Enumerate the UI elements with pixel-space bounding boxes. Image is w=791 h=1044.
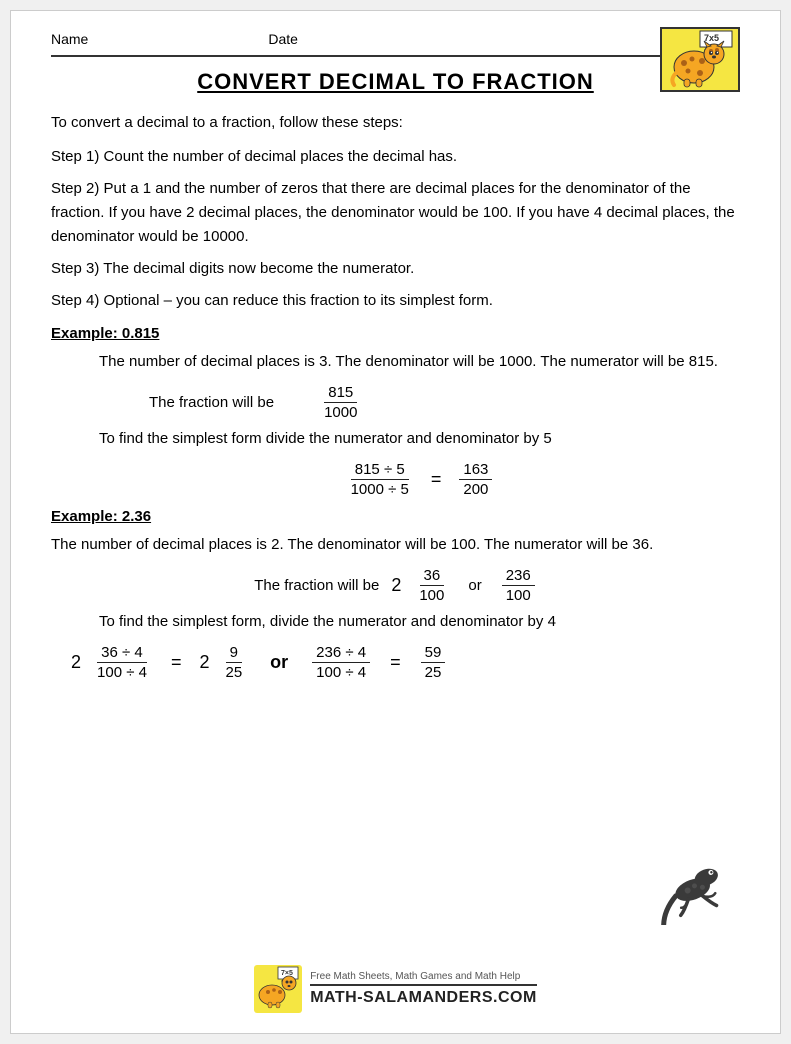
- logo-svg: 7x5 = 35: [662, 29, 738, 90]
- row2-alt-div-frac: 236 ÷ 4 100 ÷ 4: [312, 644, 370, 681]
- example2-fraction-row: The fraction will be 2 36 100 or 236 100: [51, 567, 740, 604]
- example2-text1: The number of decimal places is 2. The d…: [51, 533, 740, 557]
- name-label: Name: [51, 31, 88, 47]
- example2-frac: 36 100: [415, 567, 448, 604]
- lizard-decoration: [646, 845, 736, 925]
- row2-final-frac: 59 25: [421, 644, 446, 681]
- example2-simplest: To find the simplest form, divide the nu…: [99, 610, 740, 634]
- page: Name Date 7x5 = 35: [10, 10, 781, 1034]
- main-fraction: 815 1000: [320, 384, 361, 421]
- example2-simplest-row: 2 36 ÷ 4 100 ÷ 4 = 2 9 25 or 236 ÷ 4 100…: [71, 644, 740, 681]
- example1-heading: Example: 0.815: [51, 325, 740, 342]
- footer-content: 7×5 = 35 Free Math Sheets, Math Games an…: [226, 959, 566, 1013]
- example2-alt-frac: 236 100: [502, 567, 535, 604]
- lizard-svg: [646, 845, 736, 925]
- example2-whole: 2: [391, 575, 401, 596]
- row2-eq: =: [171, 652, 182, 673]
- step-4: Step 4) Optional – you can reduce this f…: [51, 289, 740, 313]
- step-3: Step 3) The decimal digits now become th…: [51, 257, 740, 281]
- example1-body: The number of decimal places is 3. The d…: [99, 350, 740, 498]
- or-label: or: [468, 577, 481, 594]
- example2-heading: Example: 2.36: [51, 508, 740, 525]
- example1-fraction-row: The fraction will be 815 1000: [149, 384, 740, 421]
- footer-small-text: Free Math Sheets, Math Games and Math He…: [310, 971, 537, 982]
- row2-whole: 2: [71, 652, 81, 673]
- example1-simplest-row: 815 ÷ 5 1000 ÷ 5 = 163 200: [99, 461, 740, 498]
- header-divider: [51, 55, 740, 57]
- row2-result-frac: 9 25: [221, 644, 246, 681]
- footer: 7×5 = 35 Free Math Sheets, Math Games an…: [226, 959, 566, 1013]
- page-title: CONVERT DECIMAL TO FRACTION: [51, 69, 740, 95]
- row2-div-frac: 36 ÷ 4 100 ÷ 4: [93, 644, 151, 681]
- logo-box: 7x5 = 35: [660, 27, 740, 92]
- footer-logo-svg: 7×5 = 35: [254, 965, 302, 1013]
- header-row: Name Date: [51, 31, 740, 47]
- footer-text: Free Math Sheets, Math Games and Math He…: [310, 971, 537, 1007]
- example2-fraction-label: The fraction will be: [254, 577, 379, 594]
- date-label: Date: [268, 31, 298, 47]
- equals-sign: =: [431, 469, 442, 490]
- example1-simplest-text: To find the simplest form divide the num…: [99, 427, 740, 451]
- div-fraction: 815 ÷ 5 1000 ÷ 5: [347, 461, 413, 498]
- step-2: Step 2) Put a 1 and the number of zeros …: [51, 177, 740, 249]
- row2-eq2: =: [390, 652, 401, 673]
- result-fraction: 163 200: [459, 461, 492, 498]
- row2-or: or: [270, 652, 288, 673]
- step-1: Step 1) Count the number of decimal plac…: [51, 145, 740, 169]
- fraction-label: The fraction will be: [149, 394, 274, 411]
- footer-site-name: MATH-SALAMANDERS.COM: [310, 989, 537, 1007]
- svg-text:7x5: 7x5: [704, 33, 719, 43]
- example2-simplest-text: To find the simplest form, divide the nu…: [99, 610, 740, 634]
- intro-text: To convert a decimal to a fraction, foll…: [51, 111, 740, 135]
- example1-text1: The number of decimal places is 3. The d…: [99, 350, 740, 374]
- row2-whole2: 2: [199, 652, 209, 673]
